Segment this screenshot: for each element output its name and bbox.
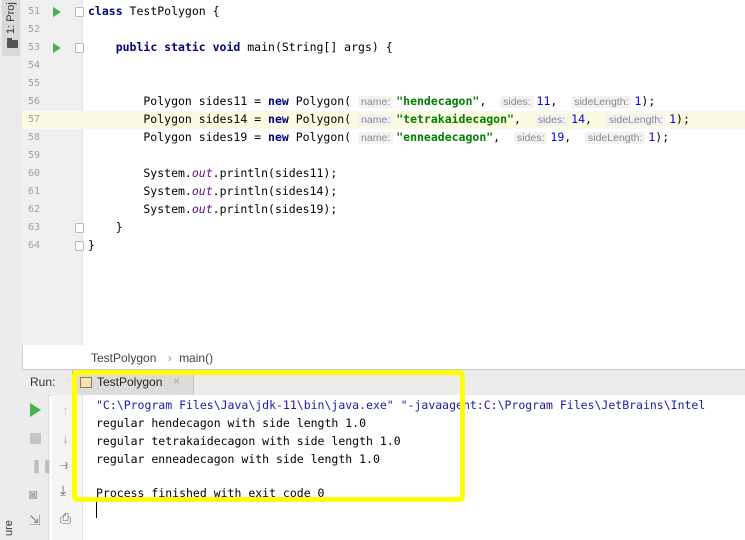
stop-icon[interactable]: [30, 433, 41, 444]
structure-tab-label[interactable]: ure: [3, 520, 15, 536]
code-text: }: [88, 220, 123, 234]
console-line: "C:\Program Files\Java\jdk-11\bin\java.e…: [96, 398, 706, 412]
text-caret: [96, 502, 97, 518]
run-gutter-icon[interactable]: [53, 43, 61, 53]
line-number: 58: [28, 132, 41, 143]
code-text: class TestPolygon {: [88, 4, 220, 18]
soft-wrap-icon[interactable]: ⥽: [60, 457, 68, 471]
project-tab-label: 1: Proj: [5, 2, 17, 34]
project-tool-tab[interactable]: 1: Proj: [2, 0, 20, 56]
line-number: 55: [28, 78, 41, 89]
rerun-icon[interactable]: [30, 403, 41, 417]
breadcrumb-method[interactable]: main(): [179, 351, 213, 365]
code-line[interactable]: 58 Polygon sides19 = new Polygon( name: "…: [22, 129, 745, 147]
run-tool-window-header: Run: TestPolygon ×: [22, 369, 745, 396]
line-number: 54: [28, 60, 41, 71]
down-arrow-icon[interactable]: ↓: [62, 431, 69, 445]
console-output[interactable]: "C:\Program Files\Java\jdk-11\bin\java.e…: [83, 395, 745, 540]
breadcrumb-separator: ›: [167, 351, 172, 365]
code-line[interactable]: 60 System.out.println(sides11);: [22, 165, 745, 183]
line-number: 53: [28, 42, 41, 53]
close-icon[interactable]: ×: [173, 374, 180, 388]
run-toolbar: ❚❚ ◙ ⇲: [22, 395, 53, 540]
line-number: 51: [28, 6, 41, 17]
run-gutter-icon[interactable]: [53, 7, 61, 17]
console-line: regular tetrakaidecagon with side length…: [96, 434, 401, 448]
fold-icon[interactable]: [75, 241, 84, 251]
code-text: Polygon sides14 = new Polygon( name: "tet…: [88, 112, 690, 126]
tool-window-strip: 1: Proj ure: [0, 0, 23, 540]
code-line[interactable]: 64}: [22, 237, 745, 255]
up-arrow-icon[interactable]: ↑: [62, 403, 69, 417]
code-line[interactable]: 51 class TestPolygon {: [22, 3, 745, 21]
breadcrumb: TestPolygon › main(): [83, 347, 745, 369]
code-line[interactable]: 56 Polygon sides11 = new Polygon( name: "…: [22, 93, 745, 111]
code-text: }: [88, 238, 95, 252]
code-text: System.out.println(sides19);: [88, 202, 338, 216]
line-number: 64: [28, 240, 41, 251]
code-line[interactable]: 57 Polygon sides14 = new Polygon( name: "…: [22, 111, 745, 129]
run-title: Run:: [30, 375, 56, 389]
line-number: 63: [28, 222, 41, 233]
line-number: 61: [28, 186, 41, 197]
pause-icon[interactable]: ❚❚: [31, 459, 53, 473]
fold-icon[interactable]: [75, 223, 84, 233]
run-config-icon: [80, 377, 92, 388]
code-line[interactable]: 52: [22, 21, 745, 39]
run-tab-label: TestPolygon: [97, 375, 163, 389]
code-text: Polygon sides19 = new Polygon( name: "enn…: [88, 130, 670, 144]
code-line[interactable]: 63 }: [22, 219, 745, 237]
line-number: 57: [28, 114, 41, 125]
code-line[interactable]: 53 public static void main(String[] args…: [22, 39, 745, 57]
code-line[interactable]: 54: [22, 57, 745, 75]
code-text: Polygon sides11 = new Polygon( name: "hen…: [88, 94, 656, 108]
line-number: 56: [28, 96, 41, 107]
breadcrumb-class[interactable]: TestPolygon: [91, 351, 156, 365]
scroll-to-end-icon[interactable]: ⤓: [60, 483, 66, 497]
exit-icon[interactable]: ⇲: [29, 513, 41, 527]
line-number: 60: [28, 168, 41, 179]
line-number: 59: [28, 150, 41, 161]
code-line[interactable]: 55: [22, 75, 745, 93]
code-text: public static void main(String[] args) {: [115, 40, 393, 54]
fold-icon[interactable]: [75, 43, 84, 53]
folder-icon: [7, 38, 18, 48]
console-line: regular enneadecagon with side length 1.…: [96, 452, 380, 466]
code-line[interactable]: 59: [22, 147, 745, 165]
console-line: regular hendecagon with side length 1.0: [96, 416, 367, 430]
console-toolbar: ↑ ↓ ⥽ ⤓ ⎙: [52, 395, 83, 540]
print-icon[interactable]: ⎙: [60, 511, 71, 525]
camera-icon[interactable]: ◙: [29, 487, 37, 501]
code-line[interactable]: 61 System.out.println(sides14);: [22, 183, 745, 201]
line-number: 62: [28, 204, 41, 215]
fold-icon[interactable]: [75, 7, 84, 17]
line-number: 52: [28, 24, 41, 35]
code-text: System.out.println(sides14);: [88, 184, 338, 198]
run-tab[interactable]: TestPolygon ×: [72, 370, 194, 395]
code-text: System.out.println(sides11);: [88, 166, 338, 180]
code-line[interactable]: 62 System.out.println(sides19);: [22, 201, 745, 219]
console-line: Process finished with exit code 0: [96, 486, 325, 500]
